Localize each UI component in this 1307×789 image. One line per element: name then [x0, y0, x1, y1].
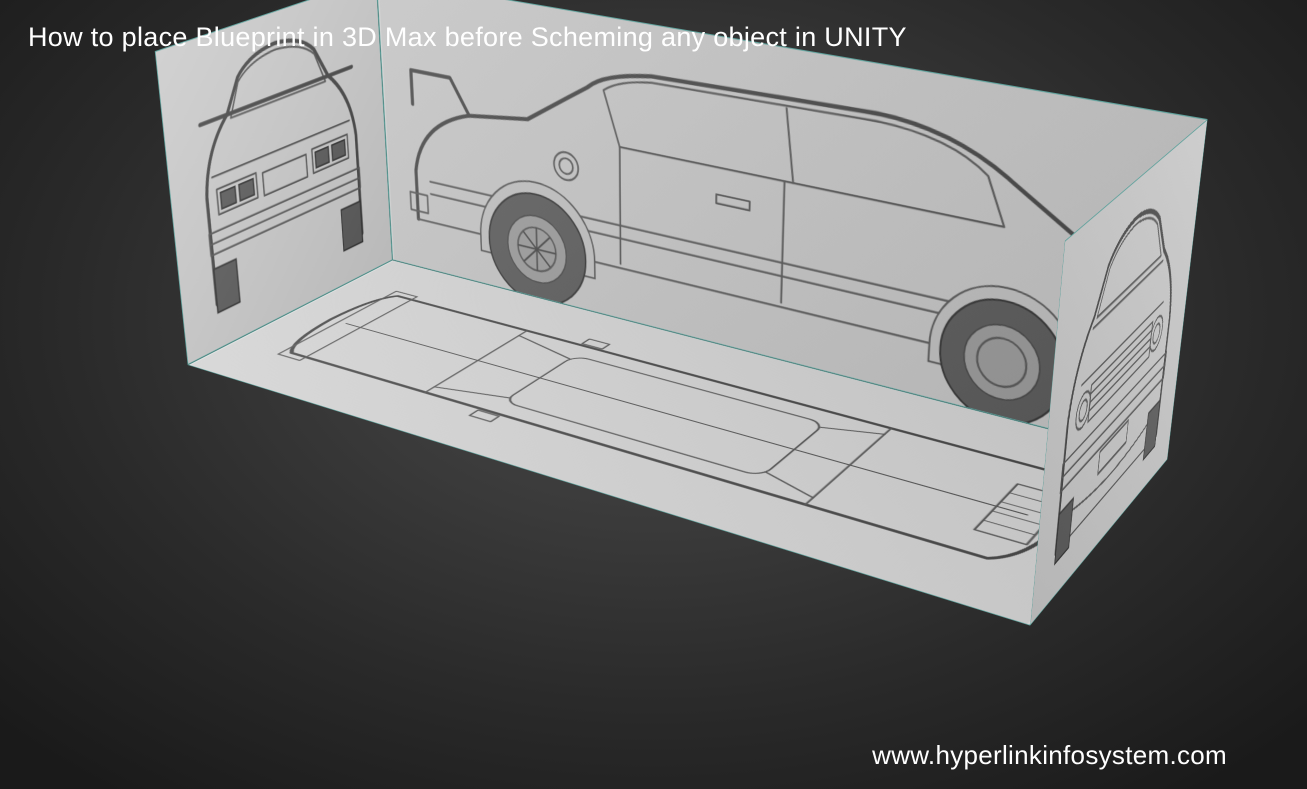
viewport-3d[interactable]: [0, 0, 1307, 789]
watermark-url: www.hyperlinkinfosystem.com: [872, 740, 1227, 771]
page-title: How to place Blueprint in 3D Max before …: [28, 22, 907, 53]
